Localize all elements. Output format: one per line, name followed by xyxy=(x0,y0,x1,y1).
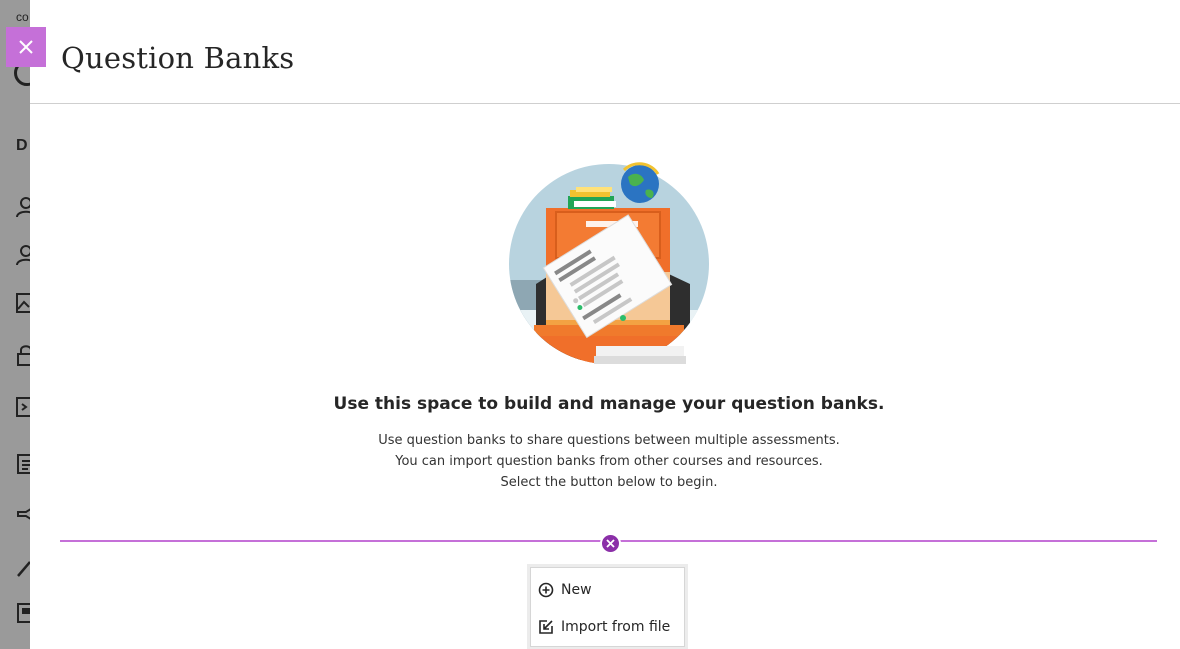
empty-state-line: Use question banks to share questions be… xyxy=(378,433,840,448)
menu-item-new[interactable]: New xyxy=(531,574,684,606)
background-sidebar: co D xyxy=(0,0,30,649)
file-cabinet-illustration xyxy=(509,162,709,364)
background-details-label: D xyxy=(16,137,28,154)
import-icon xyxy=(537,618,555,636)
add-menu: New Import from file xyxy=(530,567,685,647)
tool-icon xyxy=(17,561,30,577)
menu-item-label: New xyxy=(561,582,592,598)
person-icon xyxy=(16,197,30,218)
close-icon xyxy=(606,539,615,548)
background-course-text: co xyxy=(16,10,29,24)
plus-circle-icon xyxy=(537,581,555,599)
gradebook-icon xyxy=(17,603,30,623)
page-title: Question Banks xyxy=(61,41,295,75)
menu-item-import-from-file[interactable]: Import from file xyxy=(531,611,684,643)
empty-state-line: Select the button below to begin. xyxy=(500,475,718,490)
empty-state-headline: Use this space to build and manage your … xyxy=(333,394,885,414)
code-icon xyxy=(16,397,30,417)
close-button[interactable] xyxy=(6,27,46,67)
empty-state-line: You can import question banks from other… xyxy=(395,454,823,469)
clipboard-icon xyxy=(17,454,30,474)
panel-header: Question Banks xyxy=(30,0,1180,104)
people-icon xyxy=(16,245,30,266)
menu-item-label: Import from file xyxy=(561,619,671,635)
image-icon xyxy=(16,293,30,313)
close-icon xyxy=(19,40,33,54)
lock-icon xyxy=(17,345,30,366)
close-add-menu-button[interactable] xyxy=(600,533,621,554)
question-banks-panel: Question Banks Use this space to build a… xyxy=(30,0,1180,649)
megaphone-icon xyxy=(17,508,30,520)
